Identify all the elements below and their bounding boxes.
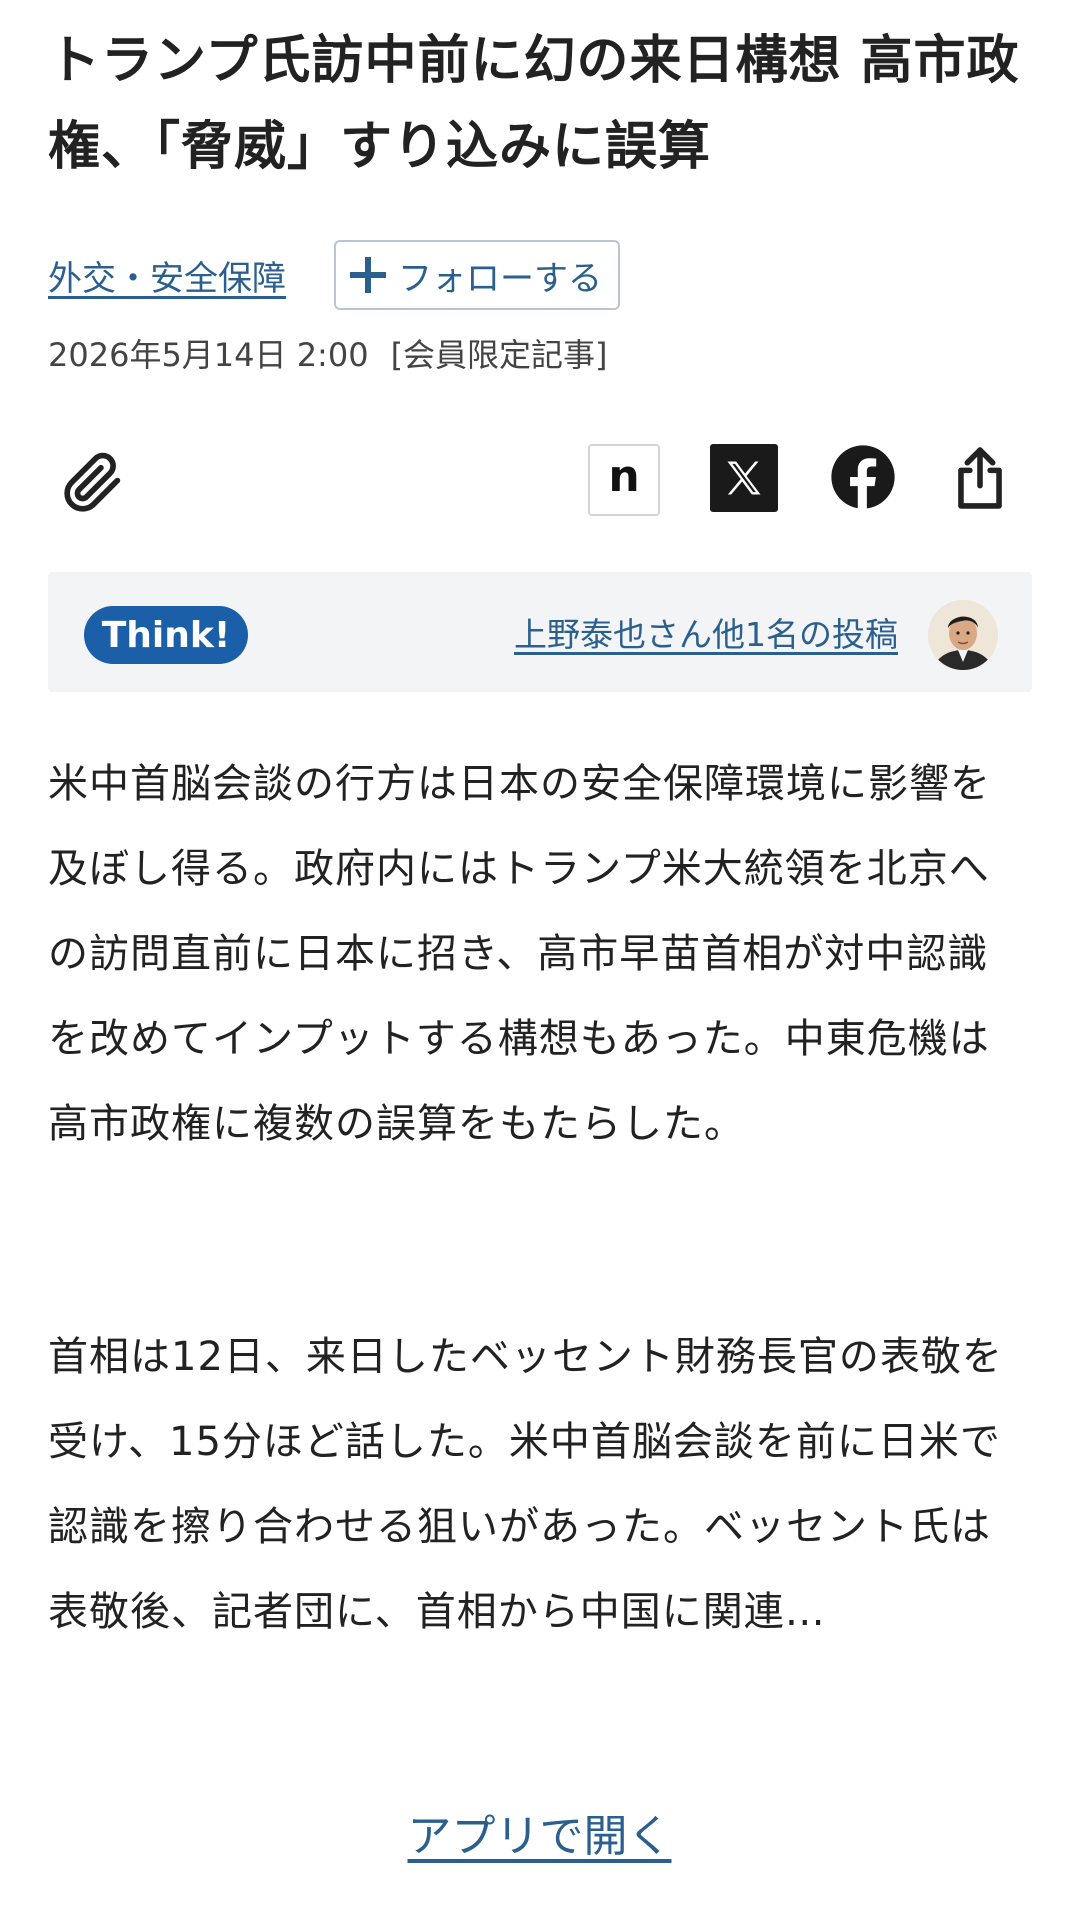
article-paragraph: 首相は12日、来日したベッセント財務長官の表敬を受け、15分ほど話した。米中首脳… [48, 1334, 1003, 1635]
paperclip-icon[interactable] [58, 448, 128, 518]
topic-row: 外交・安全保障 フォローする [48, 240, 620, 310]
think-box: Think! 上野泰也さん他1名の投稿 [48, 572, 1032, 692]
article-meta: 2026年5月14日 2:00 [会員限定記事] [48, 330, 608, 376]
members-only-badge: [会員限定記事] [390, 336, 608, 374]
follow-button[interactable]: フォローする [334, 240, 620, 310]
topic-link[interactable]: 外交・安全保障 [48, 251, 286, 300]
share-bar: n [48, 436, 1031, 526]
note-icon[interactable]: n [588, 444, 660, 516]
article-paragraph: 米中首脳会談の行方は日本の安全保障環境に影響を及ぼし得る。政府内にはトランプ米大… [48, 761, 991, 1147]
open-in-app-link[interactable]: アプリで開く [0, 1800, 1079, 1864]
think-badge[interactable]: Think! [84, 606, 248, 664]
avatar[interactable] [928, 600, 998, 670]
x-icon[interactable] [710, 444, 778, 512]
facebook-icon[interactable] [828, 442, 898, 512]
think-poster-link[interactable]: 上野泰也さん他1名の投稿 [514, 608, 898, 656]
note-glyph: n [608, 451, 640, 502]
article-title: トランプ氏訪中前に幻の来日構想 高市政権、「脅威」すり込みに誤算 [48, 31, 1020, 177]
follow-label: フォローする [398, 258, 602, 299]
share-icon[interactable] [950, 440, 1010, 516]
plus-icon [350, 257, 386, 293]
publish-date: 2026年5月14日 2:00 [48, 336, 369, 374]
